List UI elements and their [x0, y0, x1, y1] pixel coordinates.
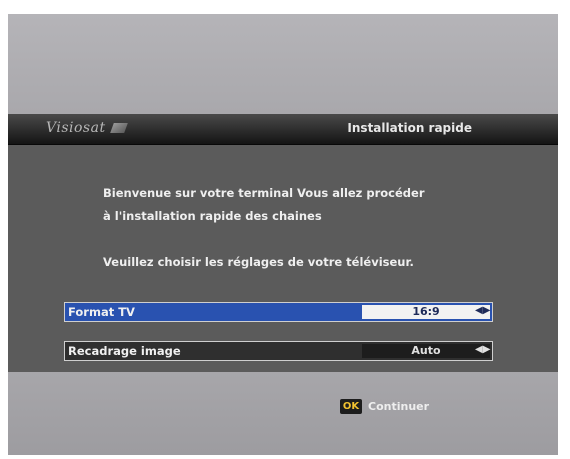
recadrage-image-label: Recadrage image	[68, 344, 181, 358]
format-tv-label: Format TV	[68, 305, 135, 319]
tv-screen: Visiosat Installation rapide Bienvenue s…	[8, 14, 558, 455]
instruction-message: Veuillez choisir les réglages de votre t…	[103, 255, 414, 269]
page-title: Installation rapide	[347, 121, 472, 135]
recadrage-image-value[interactable]: Auto	[362, 344, 490, 358]
footer-band: OK Continuer	[8, 372, 558, 455]
brand-logo: Visiosat	[46, 120, 106, 136]
format-tv-value[interactable]: 16:9	[362, 305, 490, 319]
continue-button-label[interactable]: Continuer	[368, 400, 429, 413]
header-bar: Visiosat Installation rapide	[8, 114, 558, 145]
welcome-message-line1: Bienvenue sur votre terminal Vous allez …	[103, 186, 425, 200]
format-tv-setting[interactable]: Format TV 16:9 ◀▶	[64, 302, 493, 322]
content-panel: Bienvenue sur votre terminal Vous allez …	[8, 145, 558, 372]
recadrage-image-setting[interactable]: Recadrage image Auto ◀▶	[64, 341, 493, 361]
welcome-message-line2: à l'installation rapide des chaines	[103, 209, 322, 223]
left-right-arrows-icon[interactable]: ◀▶	[475, 344, 490, 356]
logo-mark-icon	[110, 123, 128, 133]
ok-key-badge[interactable]: OK	[340, 399, 362, 414]
top-band	[8, 14, 558, 114]
left-right-arrows-icon[interactable]: ◀▶	[475, 305, 490, 317]
